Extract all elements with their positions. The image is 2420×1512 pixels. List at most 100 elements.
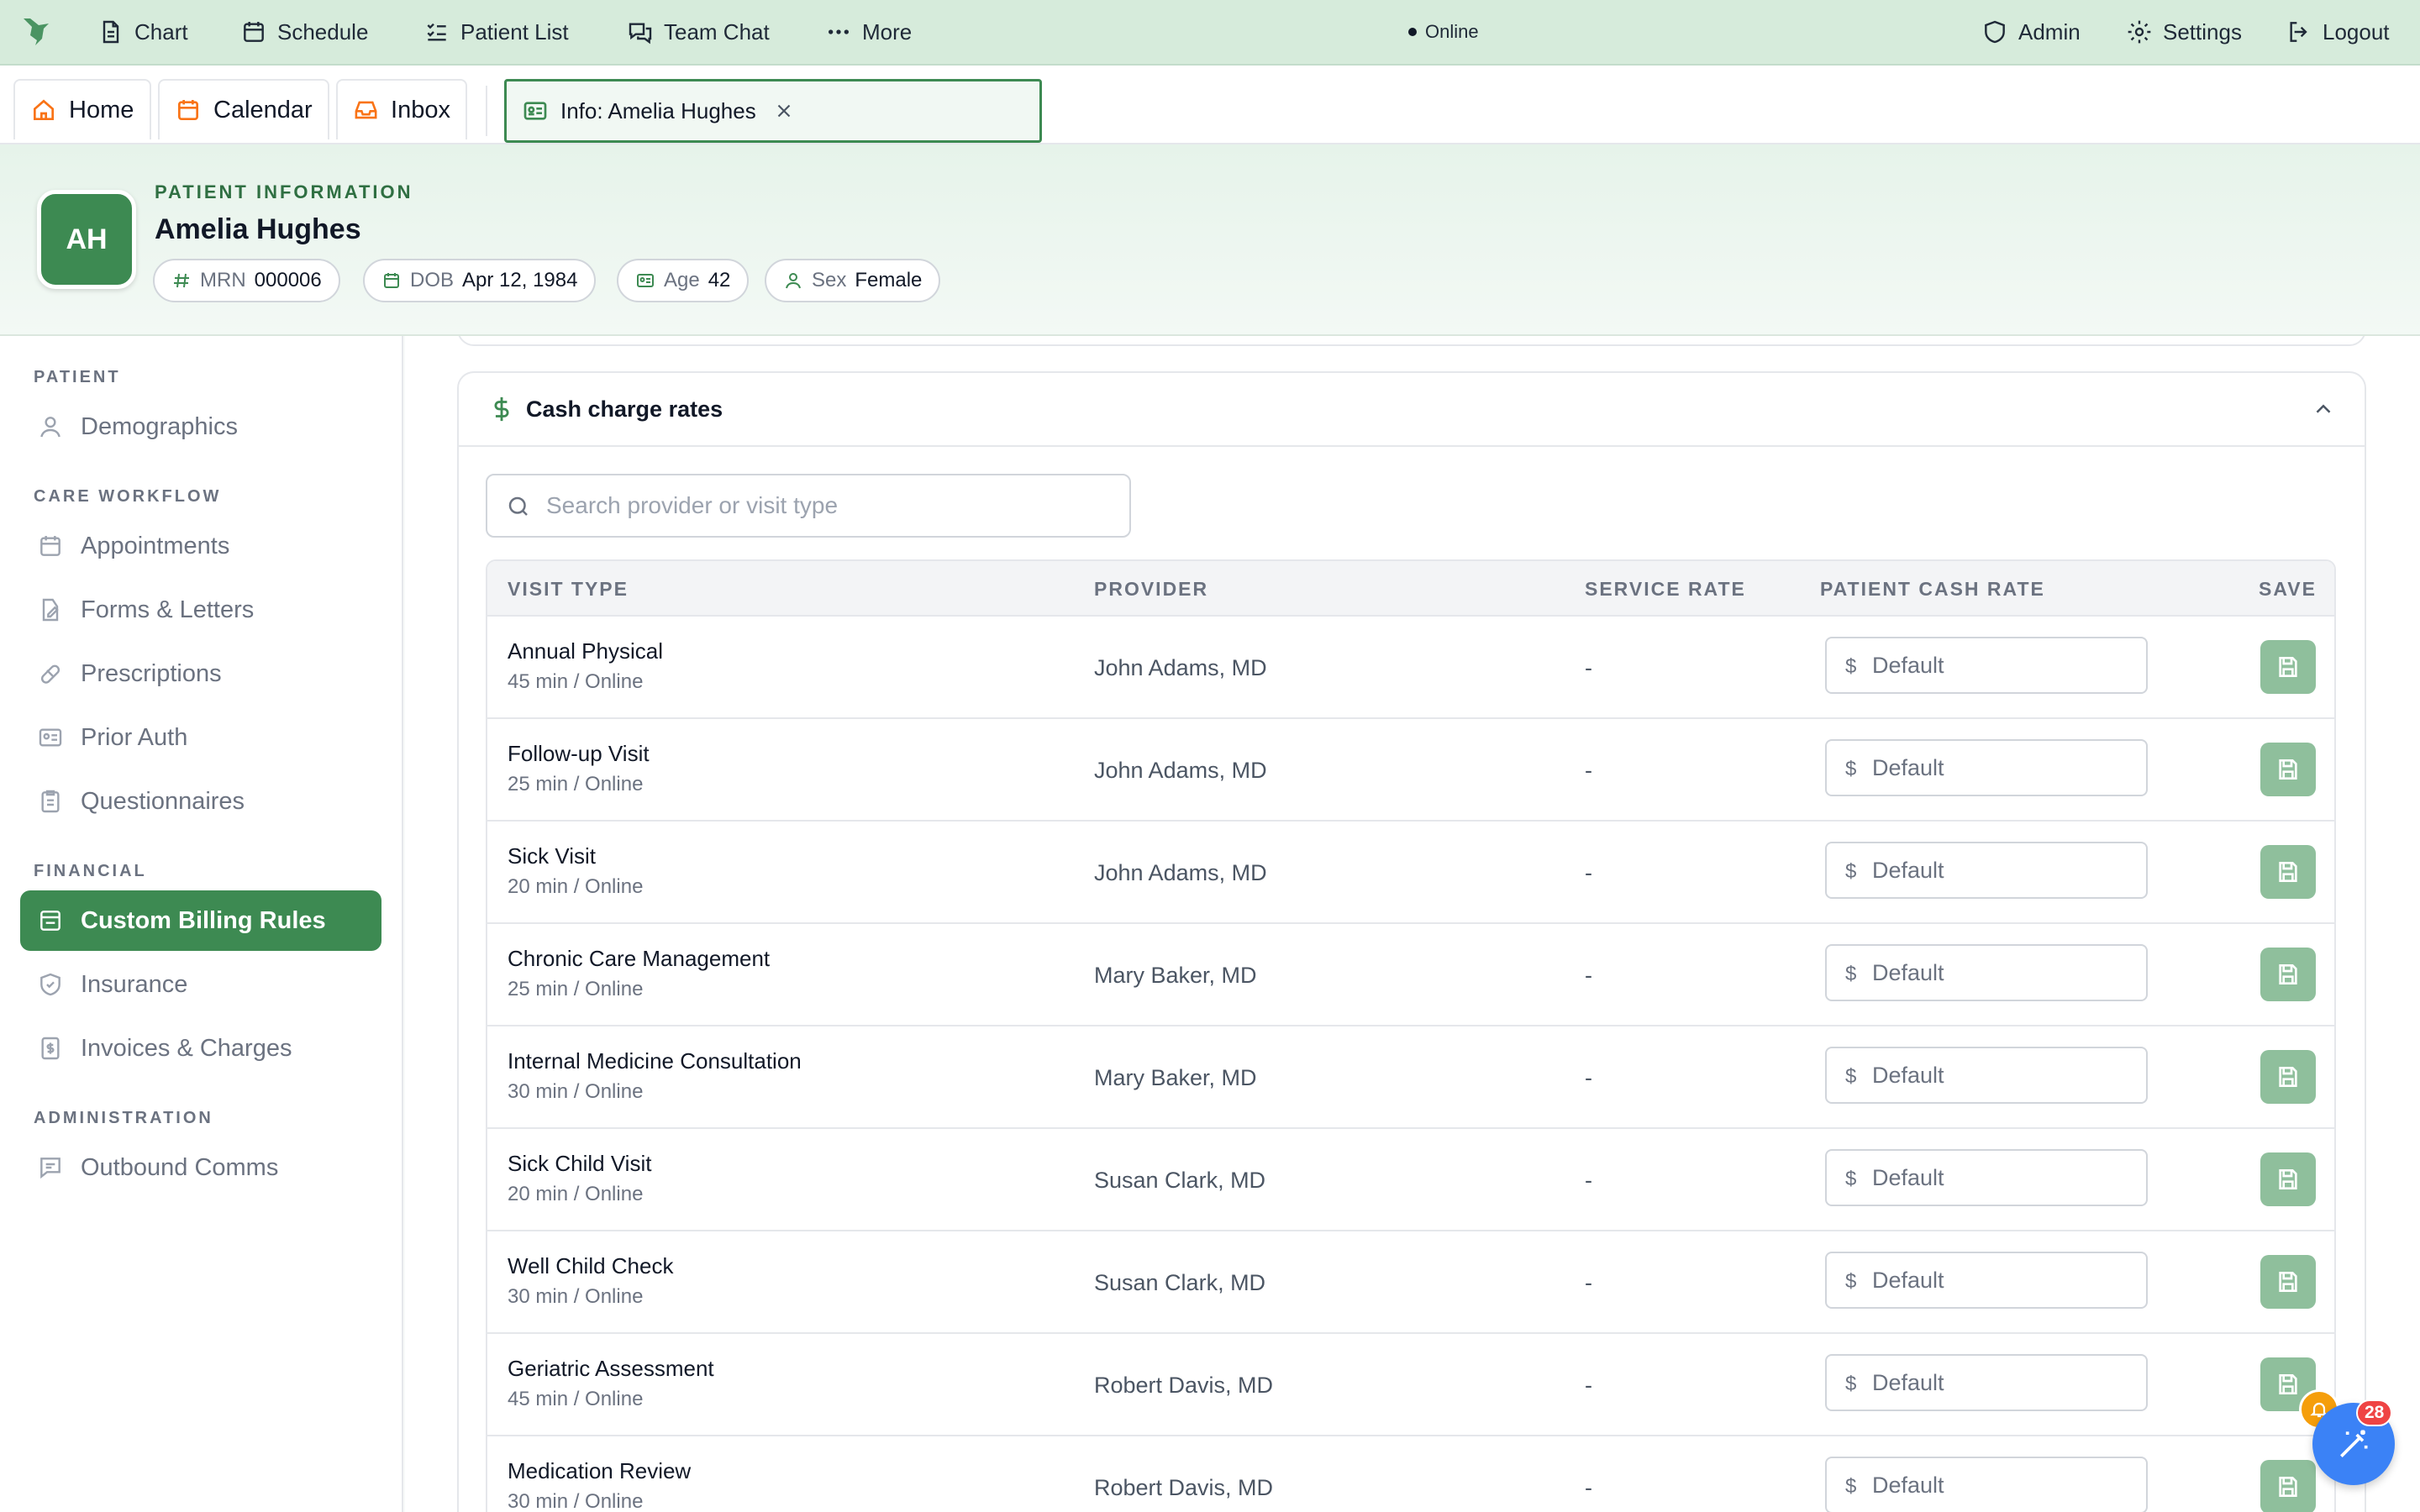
cash-rate-field: $ [1825, 1457, 2148, 1512]
document-icon [103, 20, 119, 44]
sidebar-item-questionnaires[interactable]: Questionnaires [20, 771, 381, 832]
card-header[interactable]: Cash charge rates [459, 373, 2365, 447]
sidebar-item-invoices[interactable]: Invoices & Charges [20, 1018, 381, 1079]
cash-rate-input[interactable] [1872, 751, 2133, 785]
visit-type-details: 20 min / Online [508, 875, 644, 898]
cash-rate-input[interactable] [1872, 956, 2133, 990]
sidebar-item-insurance[interactable]: Insurance [20, 954, 381, 1015]
tab-divider [486, 86, 487, 136]
cash-rate-field: $ [1825, 1047, 2148, 1104]
visit-type-details: 20 min / Online [508, 1183, 644, 1205]
app-logo-icon[interactable] [18, 15, 52, 49]
sidebar-item-outbound[interactable]: Outbound Comms [20, 1137, 381, 1198]
save-button[interactable] [2260, 743, 2316, 796]
cash-rate-input[interactable] [1872, 1263, 2133, 1297]
nav-logout[interactable]: Logout [2286, 0, 2390, 64]
cash-rate-field: $ [1825, 842, 2148, 899]
nav-patient-list[interactable]: Patient List [424, 0, 569, 64]
sidebar-section-care: CARE WORKFLOW [34, 487, 222, 506]
nav-settings-label: Settings [2163, 18, 2242, 45]
connection-status: Online [1408, 0, 1479, 64]
visit-type-name: Follow-up Visit [508, 741, 650, 766]
header-save: SAVE [2259, 578, 2317, 600]
tab-patient-info[interactable]: Info: Amelia Hughes [504, 79, 1042, 143]
sidebar-item-billing[interactable]: Custom Billing Rules [20, 890, 381, 951]
currency-symbol: $ [1845, 1373, 1857, 1395]
tab-inbox[interactable]: Inbox [336, 79, 467, 139]
cash-rate-input[interactable] [1872, 648, 2133, 682]
nav-more-label: More [862, 18, 913, 45]
ellipsis-icon [829, 29, 849, 34]
tab-bar: Home Calendar Inbox Info: Amelia Hughes [0, 66, 2420, 144]
tab-home[interactable]: Home [13, 79, 151, 139]
nav-admin[interactable]: Admin [1981, 0, 2081, 64]
calendar-icon [384, 273, 399, 288]
save-button[interactable] [2260, 948, 2316, 1001]
save-button[interactable] [2260, 640, 2316, 694]
save-button[interactable] [2260, 845, 2316, 899]
cash-rate-input[interactable] [1872, 1058, 2133, 1092]
status-dot [1408, 28, 1417, 36]
save-button[interactable] [2260, 1152, 2316, 1206]
save-button[interactable] [2260, 1050, 2316, 1104]
inbox-icon [355, 101, 377, 119]
service-rate: - [1585, 1168, 1592, 1193]
mrn-label: MRN [200, 269, 246, 291]
shield-icon [1985, 20, 2005, 44]
tab-calendar[interactable]: Calendar [158, 79, 329, 139]
cash-charge-rates-card: Cash charge rates VISIT TYPE PROVIDER SE… [457, 371, 2366, 1512]
provider-name: John Adams, MD [1094, 758, 1267, 783]
currency-symbol: $ [1845, 1270, 1857, 1293]
provider-name: John Adams, MD [1094, 655, 1267, 680]
search-input[interactable] [486, 474, 1131, 538]
save-button[interactable] [2260, 1460, 2316, 1512]
currency-symbol: $ [1845, 1168, 1857, 1190]
close-icon[interactable] [773, 100, 795, 122]
sidebar-item-prescriptions[interactable]: Prescriptions [20, 643, 381, 704]
nav-settings[interactable]: Settings [2126, 0, 2242, 64]
save-icon [2279, 759, 2297, 780]
hash-icon [174, 273, 189, 288]
cash-rate-field: $ [1825, 637, 2148, 694]
sidebar-item-demographics[interactable]: Demographics [20, 396, 381, 457]
mrn-value: 000006 [254, 269, 322, 291]
currency-symbol: $ [1845, 1475, 1857, 1498]
nav-team-chat-label: Team Chat [664, 18, 770, 45]
save-icon [2279, 1374, 2297, 1394]
notification-count-badge: 28 [2356, 1399, 2393, 1426]
visit-type-details: 25 min / Online [508, 978, 644, 1000]
visit-type-name: Chronic Care Management [508, 946, 771, 971]
nav-schedule[interactable]: Schedule [240, 0, 368, 64]
chevron-up-icon[interactable] [2311, 396, 2336, 422]
previous-card [457, 336, 2366, 346]
sidebar-item-label: Custom Billing Rules [81, 906, 326, 934]
nav-team-chat[interactable]: Team Chat [627, 0, 770, 64]
service-rate: - [1585, 1270, 1592, 1295]
cash-rate-input[interactable] [1872, 853, 2133, 887]
nav-more[interactable]: More [825, 0, 912, 64]
provider-name: Robert Davis, MD [1094, 1475, 1274, 1500]
cash-rate-input[interactable] [1872, 1161, 2133, 1194]
header-provider: PROVIDER [1094, 578, 1209, 600]
visit-type-details: 45 min / Online [508, 670, 644, 693]
cash-rate-input[interactable] [1872, 1468, 2133, 1502]
save-button[interactable] [2260, 1255, 2316, 1309]
nav-chart[interactable]: Chart [97, 0, 188, 64]
sidebar-section-financial: FINANCIAL [34, 862, 147, 880]
visit-type-name: Medication Review [508, 1458, 692, 1483]
sidebar-item-appointments[interactable]: Appointments [20, 516, 381, 576]
calendar-icon [178, 100, 198, 120]
visit-type-name: Internal Medicine Consultation [508, 1048, 802, 1074]
tab-calendar-label: Calendar [213, 96, 313, 123]
sidebar-section-patient: PATIENT [34, 368, 121, 386]
currency-symbol: $ [1845, 758, 1857, 780]
sidebar-item-forms[interactable]: Forms & Letters [20, 580, 381, 640]
dollar-icon [494, 396, 509, 422]
provider-name: Susan Clark, MD [1094, 1270, 1266, 1295]
sidebar-item-prior-auth[interactable]: Prior Auth [20, 707, 381, 768]
tab-inbox-label: Inbox [391, 96, 450, 123]
table-row: Internal Medicine Consultation 30 min / O… [487, 1026, 2334, 1129]
cash-rate-input[interactable] [1872, 1366, 2133, 1399]
sidebar-item-label: Invoices & Charges [81, 1034, 292, 1062]
rates-table: VISIT TYPE PROVIDER SERVICE RATE PATIENT… [486, 559, 2336, 1512]
